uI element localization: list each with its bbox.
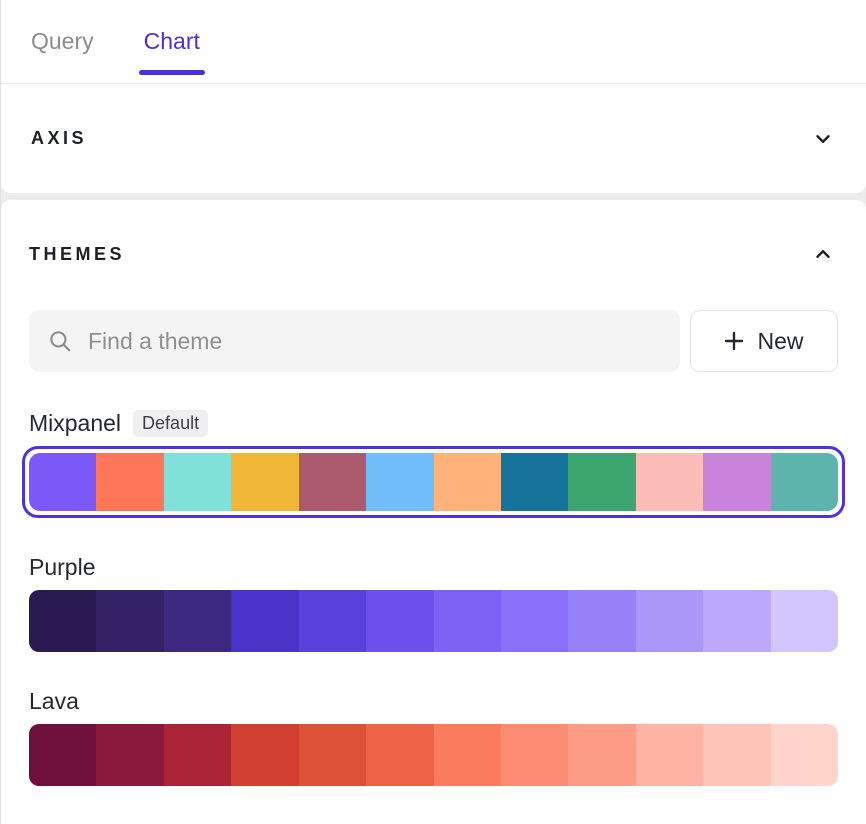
selected-theme-frame[interactable] bbox=[22, 446, 845, 518]
color-swatch bbox=[636, 724, 703, 786]
theme-swatch-row[interactable] bbox=[29, 453, 838, 511]
color-swatch bbox=[434, 724, 501, 786]
themes-section: THEMES New Mixpanel Default Purple Lava Mist bbox=[1, 200, 866, 824]
card-divider-gap bbox=[1, 193, 866, 200]
color-swatch bbox=[231, 590, 298, 652]
color-swatch bbox=[231, 453, 298, 511]
color-swatch bbox=[771, 453, 838, 511]
theme-label-row: Mist bbox=[29, 820, 838, 824]
themes-section-title: THEMES bbox=[29, 244, 125, 265]
color-swatch bbox=[501, 590, 568, 652]
search-icon bbox=[47, 328, 73, 354]
chart-settings-panel: Query Chart AXIS THEMES New Mixpanel bbox=[0, 0, 866, 824]
theme-swatch-row[interactable] bbox=[29, 724, 838, 786]
chevron-down-icon bbox=[812, 128, 834, 150]
theme-search-input[interactable] bbox=[88, 328, 662, 355]
theme-label-row: Mixpanel Default bbox=[29, 408, 838, 438]
color-swatch bbox=[636, 453, 703, 511]
default-badge: Default bbox=[133, 410, 208, 437]
color-swatch bbox=[771, 590, 838, 652]
tab-active-underline bbox=[139, 70, 205, 75]
color-swatch bbox=[568, 724, 635, 786]
theme-name: Mixpanel bbox=[29, 410, 121, 437]
color-swatch bbox=[703, 590, 770, 652]
color-swatch bbox=[501, 724, 568, 786]
themes-toolbar: New bbox=[29, 310, 838, 372]
theme-name: Lava bbox=[29, 688, 79, 715]
tab-query-label: Query bbox=[31, 28, 94, 55]
new-theme-button[interactable]: New bbox=[690, 310, 838, 372]
color-swatch bbox=[164, 453, 231, 511]
theme-swatch-row[interactable] bbox=[29, 590, 838, 652]
color-swatch bbox=[29, 453, 96, 511]
theme-label-row: Lava bbox=[29, 686, 838, 716]
color-swatch bbox=[96, 453, 163, 511]
color-swatch bbox=[29, 724, 96, 786]
new-theme-button-label: New bbox=[757, 328, 803, 355]
color-swatch bbox=[299, 724, 366, 786]
color-swatch bbox=[231, 724, 298, 786]
theme-search-box[interactable] bbox=[29, 310, 680, 372]
color-swatch bbox=[568, 453, 635, 511]
chevron-up-icon bbox=[812, 243, 834, 265]
plus-icon bbox=[724, 331, 744, 351]
color-swatch bbox=[703, 453, 770, 511]
theme-list: Mixpanel Default Purple Lava Mist bbox=[29, 408, 838, 824]
color-swatch bbox=[434, 453, 501, 511]
color-swatch bbox=[366, 453, 433, 511]
tabbar: Query Chart bbox=[1, 0, 866, 84]
color-swatch bbox=[703, 724, 770, 786]
color-swatch bbox=[434, 590, 501, 652]
tab-query[interactable]: Query bbox=[31, 0, 94, 83]
color-swatch bbox=[771, 724, 838, 786]
color-swatch bbox=[164, 724, 231, 786]
color-swatch bbox=[636, 590, 703, 652]
color-swatch bbox=[29, 590, 96, 652]
color-swatch bbox=[96, 724, 163, 786]
color-swatch bbox=[366, 724, 433, 786]
tab-chart-label: Chart bbox=[144, 28, 200, 55]
color-swatch bbox=[501, 453, 568, 511]
axis-section-header[interactable]: AXIS bbox=[1, 84, 866, 193]
themes-section-header[interactable]: THEMES bbox=[29, 224, 838, 284]
tab-chart[interactable]: Chart bbox=[144, 0, 200, 83]
color-swatch bbox=[299, 590, 366, 652]
color-swatch bbox=[366, 590, 433, 652]
theme-name: Purple bbox=[29, 554, 95, 581]
color-swatch bbox=[96, 590, 163, 652]
color-swatch bbox=[164, 590, 231, 652]
axis-section-title: AXIS bbox=[31, 128, 87, 149]
color-swatch bbox=[299, 453, 366, 511]
theme-label-row: Purple bbox=[29, 552, 838, 582]
color-swatch bbox=[568, 590, 635, 652]
